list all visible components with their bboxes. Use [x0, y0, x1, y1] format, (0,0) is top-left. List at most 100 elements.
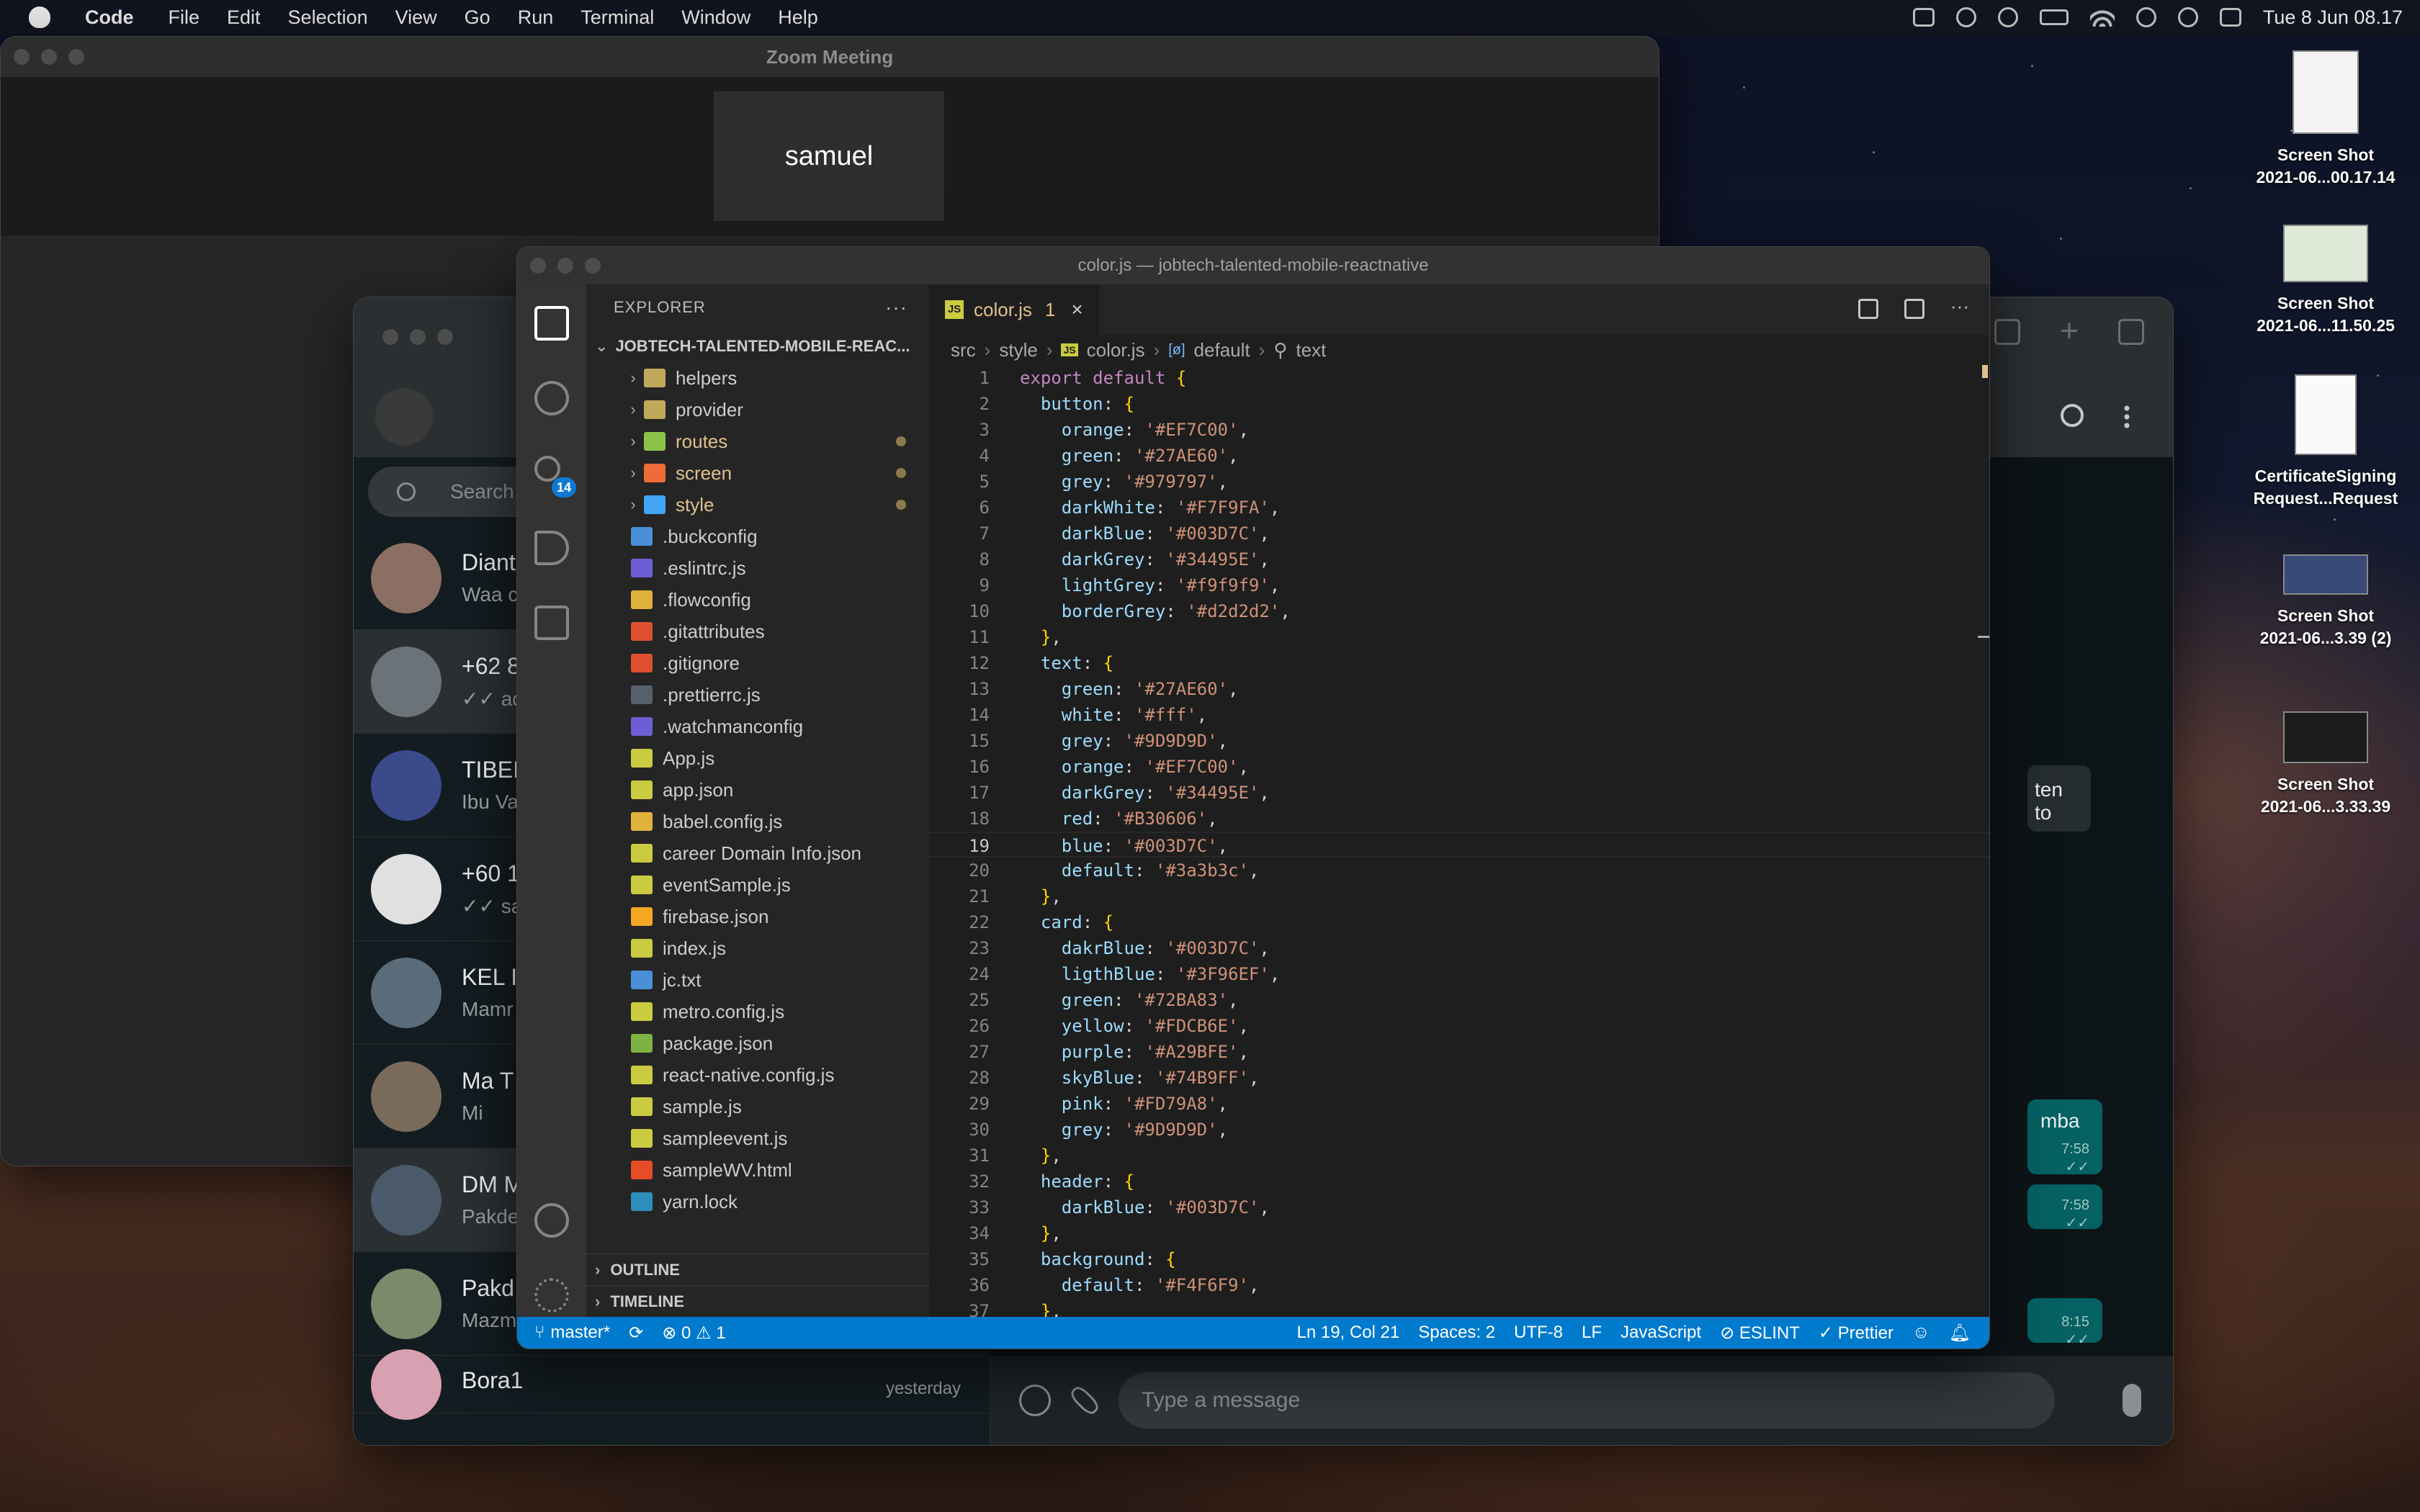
- tree-file[interactable]: eventSample.js: [586, 869, 929, 901]
- sync-icon[interactable]: ⟳: [629, 1323, 643, 1344]
- tree-folder[interactable]: › routes: [586, 426, 929, 457]
- tree-file[interactable]: .gitattributes: [586, 616, 929, 647]
- chat-list-item[interactable]: Bora1 yesterday: [354, 1349, 990, 1420]
- menubar-app-name[interactable]: Code: [85, 6, 134, 29]
- user-switch-icon[interactable]: [2136, 7, 2156, 27]
- desktop-file-3[interactable]: CertificateSigning Request...Request: [2243, 374, 2408, 510]
- tree-file[interactable]: jc.txt: [586, 964, 929, 996]
- code-line[interactable]: 24 ligthBlue: '#3F96EF',: [929, 961, 1989, 987]
- menu-view[interactable]: View: [395, 6, 437, 29]
- code-line[interactable]: 17 darkGrey: '#34495E',: [929, 780, 1989, 806]
- breadcrumb-symbol[interactable]: default: [1194, 339, 1250, 361]
- more-actions-icon[interactable]: ···: [1950, 297, 1971, 319]
- breadcrumb-file[interactable]: color.js: [1087, 339, 1145, 361]
- code-line[interactable]: 29 pink: '#FD79A8',: [929, 1091, 1989, 1117]
- tabs-overview-icon[interactable]: [2118, 319, 2144, 345]
- new-tab-icon[interactable]: +: [2056, 315, 2082, 347]
- tree-file[interactable]: sample.js: [586, 1091, 929, 1122]
- code-line[interactable]: 8 darkGrey: '#34495E',: [929, 546, 1989, 572]
- code-line[interactable]: 2 button: {: [929, 391, 1989, 417]
- language-mode[interactable]: JavaScript: [1621, 1323, 1701, 1344]
- notifications-bell-icon[interactable]: 🔔︎: [1949, 1323, 1971, 1344]
- tree-file[interactable]: index.js: [586, 932, 929, 964]
- apple-icon[interactable]: [29, 6, 50, 28]
- tree-file[interactable]: react-native.config.js: [586, 1059, 929, 1091]
- tree-file[interactable]: metro.config.js: [586, 996, 929, 1027]
- tree-file[interactable]: .prettierrc.js: [586, 679, 929, 711]
- code-line[interactable]: 7 darkBlue: '#003D7C',: [929, 521, 1989, 546]
- zoom-status-icon[interactable]: [1912, 8, 1935, 27]
- code-line[interactable]: 34 },: [929, 1220, 1989, 1246]
- code-line[interactable]: 21 },: [929, 883, 1989, 909]
- code-line[interactable]: 10 borderGrey: '#d2d2d2',: [929, 598, 1989, 624]
- tree-file[interactable]: yarn.lock: [586, 1186, 929, 1218]
- microphone-icon[interactable]: [2123, 1384, 2141, 1417]
- code-line[interactable]: 23 dakrBlue: '#003D7C',: [929, 935, 1989, 961]
- search-messages-icon[interactable]: [2061, 404, 2084, 427]
- split-editor-icon[interactable]: [1904, 299, 1924, 319]
- code-line[interactable]: 9 lightGrey: '#f9f9f9',: [929, 572, 1989, 598]
- menu-go[interactable]: Go: [465, 6, 490, 29]
- breadcrumb-src[interactable]: src: [951, 339, 976, 361]
- code-line[interactable]: 11 },: [929, 624, 1989, 650]
- cursor-position[interactable]: Ln 19, Col 21: [1296, 1323, 1399, 1344]
- code-line[interactable]: 26 yellow: '#FDCB6E',: [929, 1013, 1989, 1039]
- extensions-icon[interactable]: [534, 606, 569, 640]
- tree-file[interactable]: sampleWV.html: [586, 1154, 929, 1186]
- menu-selection[interactable]: Selection: [288, 6, 368, 29]
- tab-color-js[interactable]: JS color.js 1 ×: [929, 284, 1099, 335]
- breadcrumb-style[interactable]: style: [999, 339, 1037, 361]
- battery-icon[interactable]: [2039, 9, 2069, 25]
- hat-status-icon[interactable]: [1955, 7, 1976, 27]
- code-line[interactable]: 20 default: '#3a3b3c',: [929, 858, 1989, 883]
- participant-tile[interactable]: samuel: [714, 91, 944, 221]
- emoji-icon[interactable]: [1019, 1385, 1051, 1416]
- run-debug-icon[interactable]: [534, 531, 569, 565]
- code-line[interactable]: 35 background: {: [929, 1246, 1989, 1272]
- code-line[interactable]: 22 card: {: [929, 909, 1989, 935]
- menu-terminal[interactable]: Terminal: [581, 6, 654, 29]
- tree-file[interactable]: .buckconfig: [586, 521, 929, 552]
- more-options-icon[interactable]: [2124, 404, 2130, 430]
- tree-file[interactable]: .flowconfig: [586, 584, 929, 616]
- timeline-section[interactable]: › TIMELINE: [586, 1285, 929, 1317]
- code-line[interactable]: 30 grey: '#9D9D9D',: [929, 1117, 1989, 1143]
- search-icon[interactable]: [534, 381, 569, 415]
- breadcrumb-property[interactable]: text: [1296, 339, 1326, 361]
- share-icon[interactable]: [1994, 319, 2020, 345]
- tree-file[interactable]: package.json: [586, 1027, 929, 1059]
- project-root-folder[interactable]: ⌄ JOBTECH-TALENTED-MOBILE-REAC...: [586, 330, 929, 362]
- tree-folder[interactable]: › helpers: [586, 362, 929, 394]
- spotlight-icon[interactable]: [2177, 7, 2198, 27]
- explorer-icon[interactable]: [534, 306, 569, 341]
- control-center-icon[interactable]: [2219, 8, 2241, 27]
- code-line[interactable]: 6 darkWhite: '#F7F9FA',: [929, 495, 1989, 521]
- wifi-icon[interactable]: [2089, 8, 2115, 27]
- tree-file[interactable]: app.json: [586, 774, 929, 806]
- minimize-window-button[interactable]: [410, 329, 426, 345]
- compare-changes-icon[interactable]: [1858, 299, 1878, 319]
- tree-file[interactable]: .watchmanconfig: [586, 711, 929, 742]
- prettier-status[interactable]: ✓ Prettier: [1819, 1323, 1894, 1344]
- code-line[interactable]: 5 grey: '#979797',: [929, 469, 1989, 495]
- close-tab-icon[interactable]: ×: [1071, 298, 1083, 321]
- problems-indicator[interactable]: ⊗ 0 ⚠ 1: [662, 1323, 725, 1344]
- code-line[interactable]: 12 text: {: [929, 650, 1989, 676]
- code-line[interactable]: 33 darkBlue: '#003D7C',: [929, 1194, 1989, 1220]
- menubar-clock[interactable]: Tue 8 Jun 08.17: [2263, 6, 2403, 29]
- tree-file[interactable]: App.js: [586, 742, 929, 774]
- desktop-file-2[interactable]: Screen Shot 2021-06...11.50.25: [2243, 225, 2408, 337]
- tree-file[interactable]: sampleevent.js: [586, 1122, 929, 1154]
- attach-icon[interactable]: [1067, 1383, 1102, 1418]
- code-line[interactable]: 25 green: '#72BA83',: [929, 987, 1989, 1013]
- code-line[interactable]: 4 green: '#27AE60',: [929, 443, 1989, 469]
- play-status-icon[interactable]: [1997, 7, 2018, 27]
- code-line[interactable]: 19 blue: '#003D7C',: [929, 832, 1989, 858]
- tree-folder[interactable]: › provider: [586, 394, 929, 426]
- code-line[interactable]: 28 skyBlue: '#74B9FF',: [929, 1065, 1989, 1091]
- my-avatar[interactable]: [375, 388, 433, 446]
- tree-file[interactable]: .eslintrc.js: [586, 552, 929, 584]
- indentation[interactable]: Spaces: 2: [1418, 1323, 1495, 1344]
- menu-file[interactable]: File: [169, 6, 200, 29]
- branch-indicator[interactable]: ⑂ master*: [534, 1323, 610, 1343]
